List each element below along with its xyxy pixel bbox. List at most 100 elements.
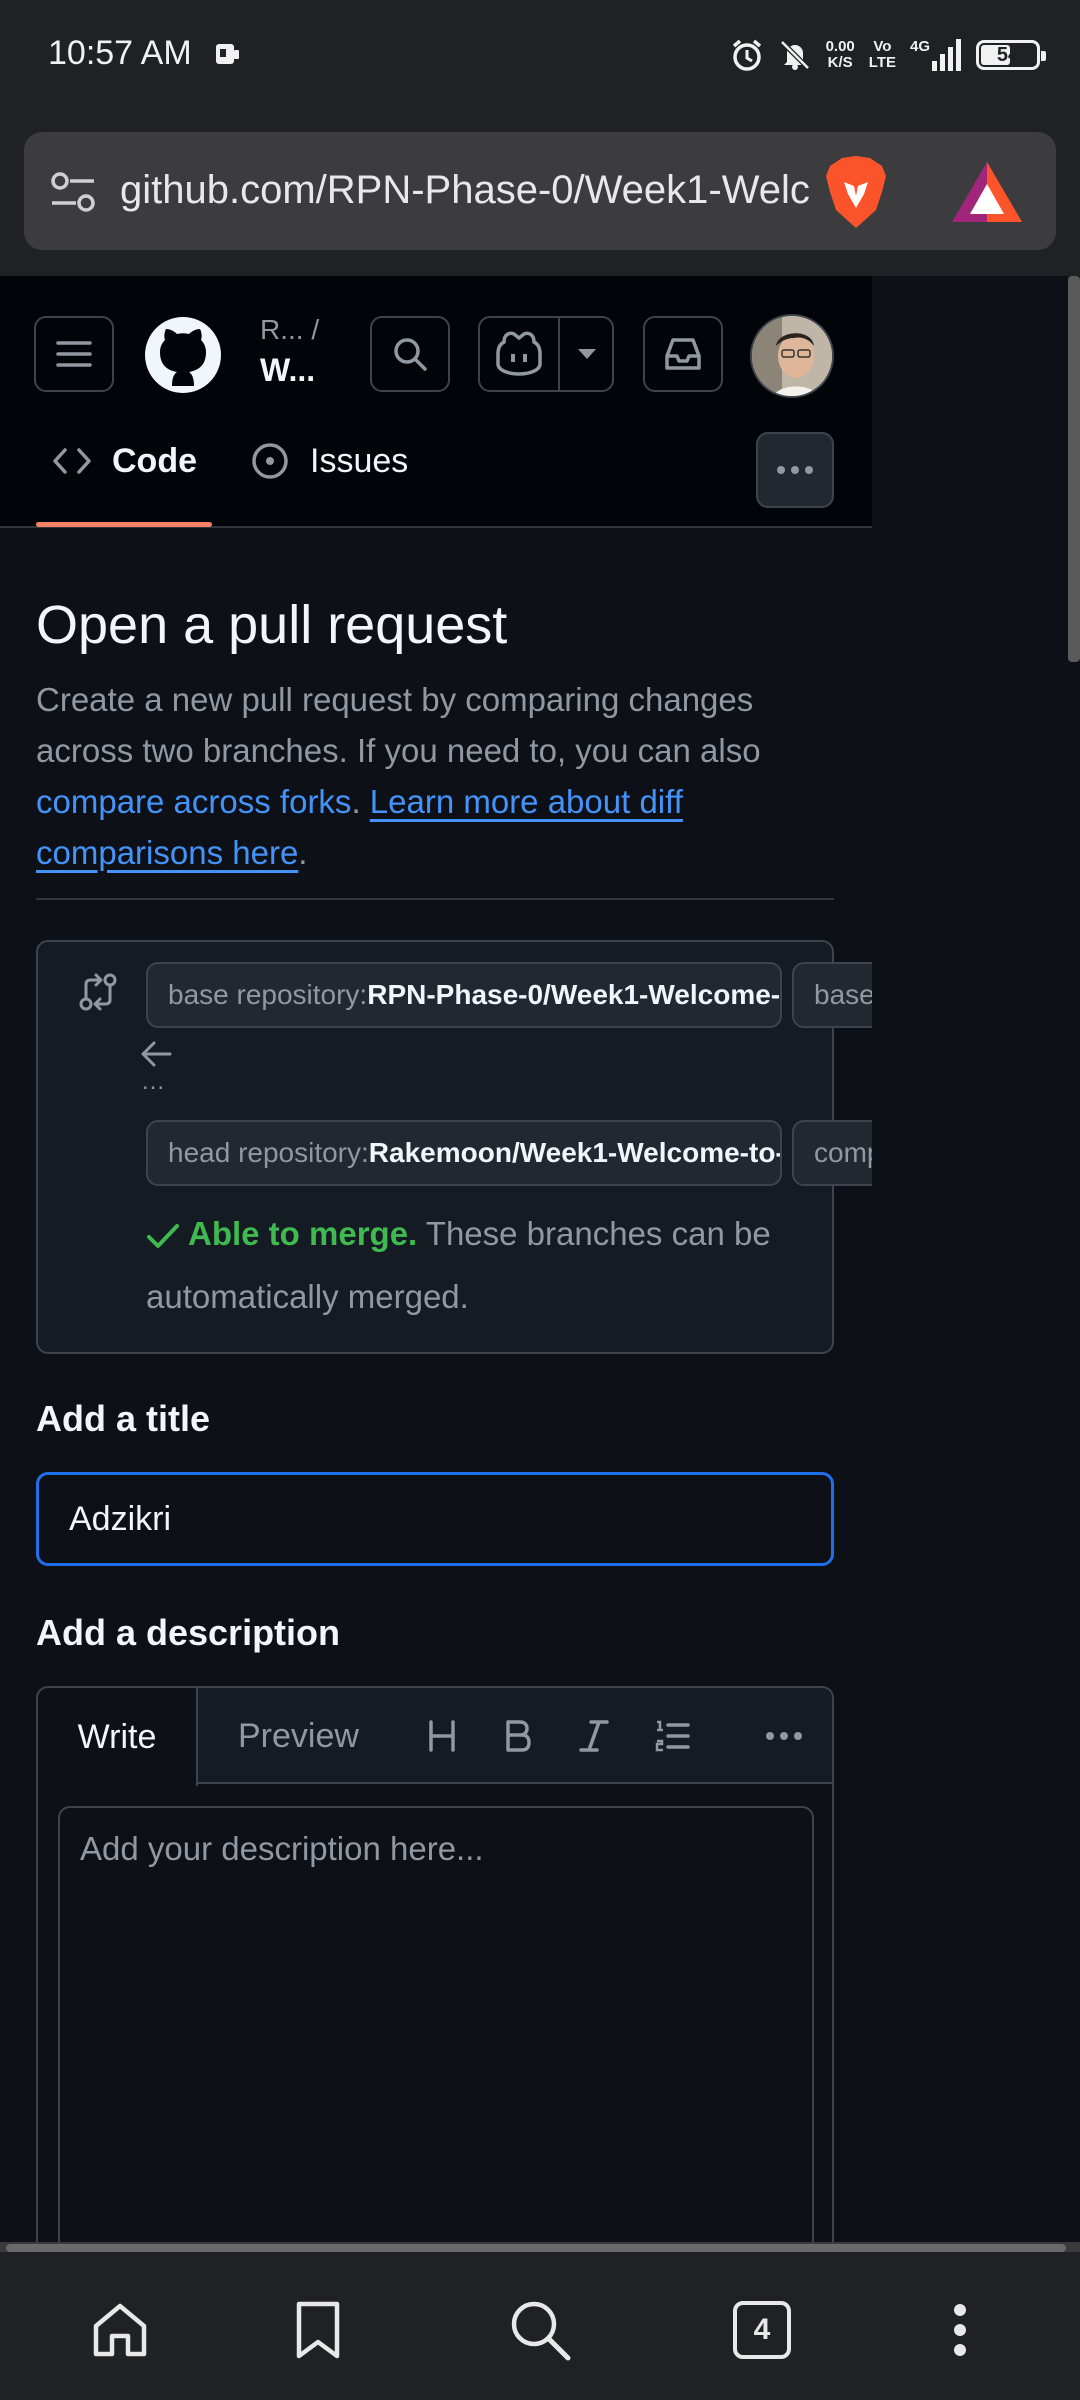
tab-code[interactable]: Code	[52, 426, 197, 496]
site-settings-icon[interactable]	[50, 170, 96, 214]
bold-icon	[506, 1720, 531, 1752]
url-text[interactable]: github.com/RPN-Phase-0/Week1-Welcome-to-…	[120, 160, 810, 220]
volte-top: Vo	[873, 38, 892, 55]
horizontal-scrollbar[interactable]	[6, 2244, 1066, 2252]
bookmark-icon	[296, 2301, 340, 2359]
italic-button[interactable]	[570, 1712, 618, 1760]
status-bar: 10:57 AM 0.00 K/S Vo LTE 4G 54	[0, 0, 1080, 110]
title-label: Add a title	[36, 1398, 211, 1439]
code-icon	[53, 448, 91, 474]
intro-text: Create a new pull request by comparing c…	[36, 681, 761, 769]
head-repository-key: head repository:	[168, 1137, 369, 1168]
list-ordered-icon	[655, 1720, 690, 1752]
tabs-button[interactable]: 4	[730, 2298, 794, 2362]
signal-bars-icon	[932, 39, 961, 71]
issue-icon	[252, 443, 288, 479]
kebab-horizontal-icon	[777, 466, 813, 474]
more-tabs-button[interactable]	[756, 432, 834, 508]
description-placeholder: Add your description here...	[80, 1830, 484, 1867]
inbox-button[interactable]	[643, 316, 723, 392]
volte-indicator: Vo LTE	[869, 39, 896, 71]
menu-button[interactable]	[34, 316, 114, 392]
heading-icon	[429, 1720, 455, 1752]
base-branch-key: base:	[814, 979, 872, 1010]
compare-dots: ...	[142, 1068, 166, 1095]
network-speed-value: 0.00	[825, 38, 855, 55]
heading-button[interactable]	[418, 1712, 466, 1760]
description-editor: Write Preview Add your description here.…	[36, 1686, 834, 2250]
italic-icon	[579, 1720, 609, 1752]
tab-preview[interactable]: Preview	[238, 1688, 359, 1784]
status-time: 10:57 AM	[48, 34, 192, 72]
vertical-scrollbar[interactable]	[1068, 276, 1080, 662]
merge-status: Able to merge. These branches can be aut…	[146, 1202, 826, 1328]
active-tab-indicator	[36, 522, 212, 527]
address-bar[interactable]: github.com/RPN-Phase-0/Week1-Welcome-to-…	[24, 132, 1056, 250]
tab-issues-label: Issues	[310, 441, 409, 480]
inbox-icon	[665, 338, 701, 370]
kebab-horizontal-icon	[766, 1732, 802, 1740]
signal-indicator: 4G	[910, 39, 962, 71]
search-icon	[511, 2301, 571, 2361]
github-header: R... / W... Code Issues	[0, 276, 872, 528]
base-branch-select[interactable]: base: main	[792, 962, 872, 1028]
avatar-image	[752, 316, 832, 396]
merge-status-ok: Able to merge.	[188, 1215, 418, 1252]
git-compare-icon	[79, 973, 117, 1011]
home-button[interactable]	[88, 2298, 152, 2362]
browser-menu-button[interactable]	[928, 2298, 992, 2362]
tab-write[interactable]: Write	[38, 1688, 198, 1786]
battery-indicator: 54	[976, 40, 1046, 70]
compare-forks-link[interactable]: compare across forks	[36, 783, 351, 820]
search-nav-button[interactable]	[508, 2298, 572, 2362]
search-icon	[394, 338, 427, 371]
copilot-dropdown[interactable]	[560, 318, 614, 390]
screen-record-icon	[216, 44, 239, 64]
github-logo-icon[interactable]	[144, 316, 222, 394]
home-icon	[93, 2303, 147, 2357]
brave-shields-icon[interactable]	[820, 154, 892, 230]
copilot-icon	[496, 331, 542, 376]
compare-branch-select[interactable]: compare: adzikri	[792, 1120, 872, 1186]
repo-owner[interactable]: R... /	[260, 314, 319, 346]
intro-separator: .	[351, 783, 370, 820]
description-textarea[interactable]: Add your description here...	[58, 1806, 814, 2250]
title-input[interactable]	[36, 1472, 834, 1566]
base-repository-select[interactable]: base repository: RPN-Phase-0/Week1-Welco…	[146, 962, 782, 1028]
description-label: Add a description	[36, 1612, 341, 1653]
compare-branch-key: compare:	[814, 1137, 872, 1168]
battery-level: 54	[996, 43, 1020, 66]
head-repository-select[interactable]: head repository: Rakemoon/Week1-Welcome-…	[146, 1120, 782, 1186]
page-intro: Create a new pull request by comparing c…	[36, 674, 816, 878]
page-overflow-area	[872, 276, 1080, 2250]
base-repository-value: RPN-Phase-0/Week1-Welcome-to-Hacktiv8	[367, 979, 782, 1010]
bold-button[interactable]	[494, 1712, 542, 1760]
check-icon	[147, 1224, 179, 1249]
github-page: R... / W... Code Issues Open a pull requ…	[0, 276, 872, 2250]
repo-name[interactable]: W...	[260, 352, 315, 389]
more-formatting-button[interactable]	[760, 1712, 808, 1760]
avatar[interactable]	[750, 314, 834, 398]
ordered-list-button[interactable]	[648, 1712, 696, 1760]
hamburger-icon	[56, 341, 92, 367]
page-title: Open a pull request	[36, 595, 508, 655]
brave-rewards-icon[interactable]	[950, 160, 1024, 224]
network-speed-unit: K/S	[827, 54, 853, 71]
browser-toolbar: github.com/RPN-Phase-0/Week1-Welcome-to-…	[0, 110, 1080, 276]
head-repository-value: Rakemoon/Week1-Welcome-to-Hacktiv8	[368, 1137, 780, 1168]
tab-code-label: Code	[112, 441, 197, 480]
intro-end: .	[298, 834, 308, 871]
signal-type: 4G	[909, 38, 930, 55]
tab-issues[interactable]: Issues	[250, 426, 408, 496]
divider	[36, 898, 834, 900]
arrow-left-icon	[141, 1041, 172, 1067]
copilot-button[interactable]	[478, 316, 614, 392]
bookmarks-button[interactable]	[286, 2298, 350, 2362]
volte-bottom: LTE	[868, 54, 896, 71]
search-button[interactable]	[370, 316, 450, 392]
tabs-count: 4	[733, 2301, 791, 2359]
chevron-down-icon	[578, 349, 596, 359]
network-speed: 0.00 K/S	[826, 39, 855, 71]
compare-box: base repository: RPN-Phase-0/Week1-Welco…	[36, 940, 872, 1354]
browser-bottom-nav: 4	[0, 2252, 1080, 2400]
